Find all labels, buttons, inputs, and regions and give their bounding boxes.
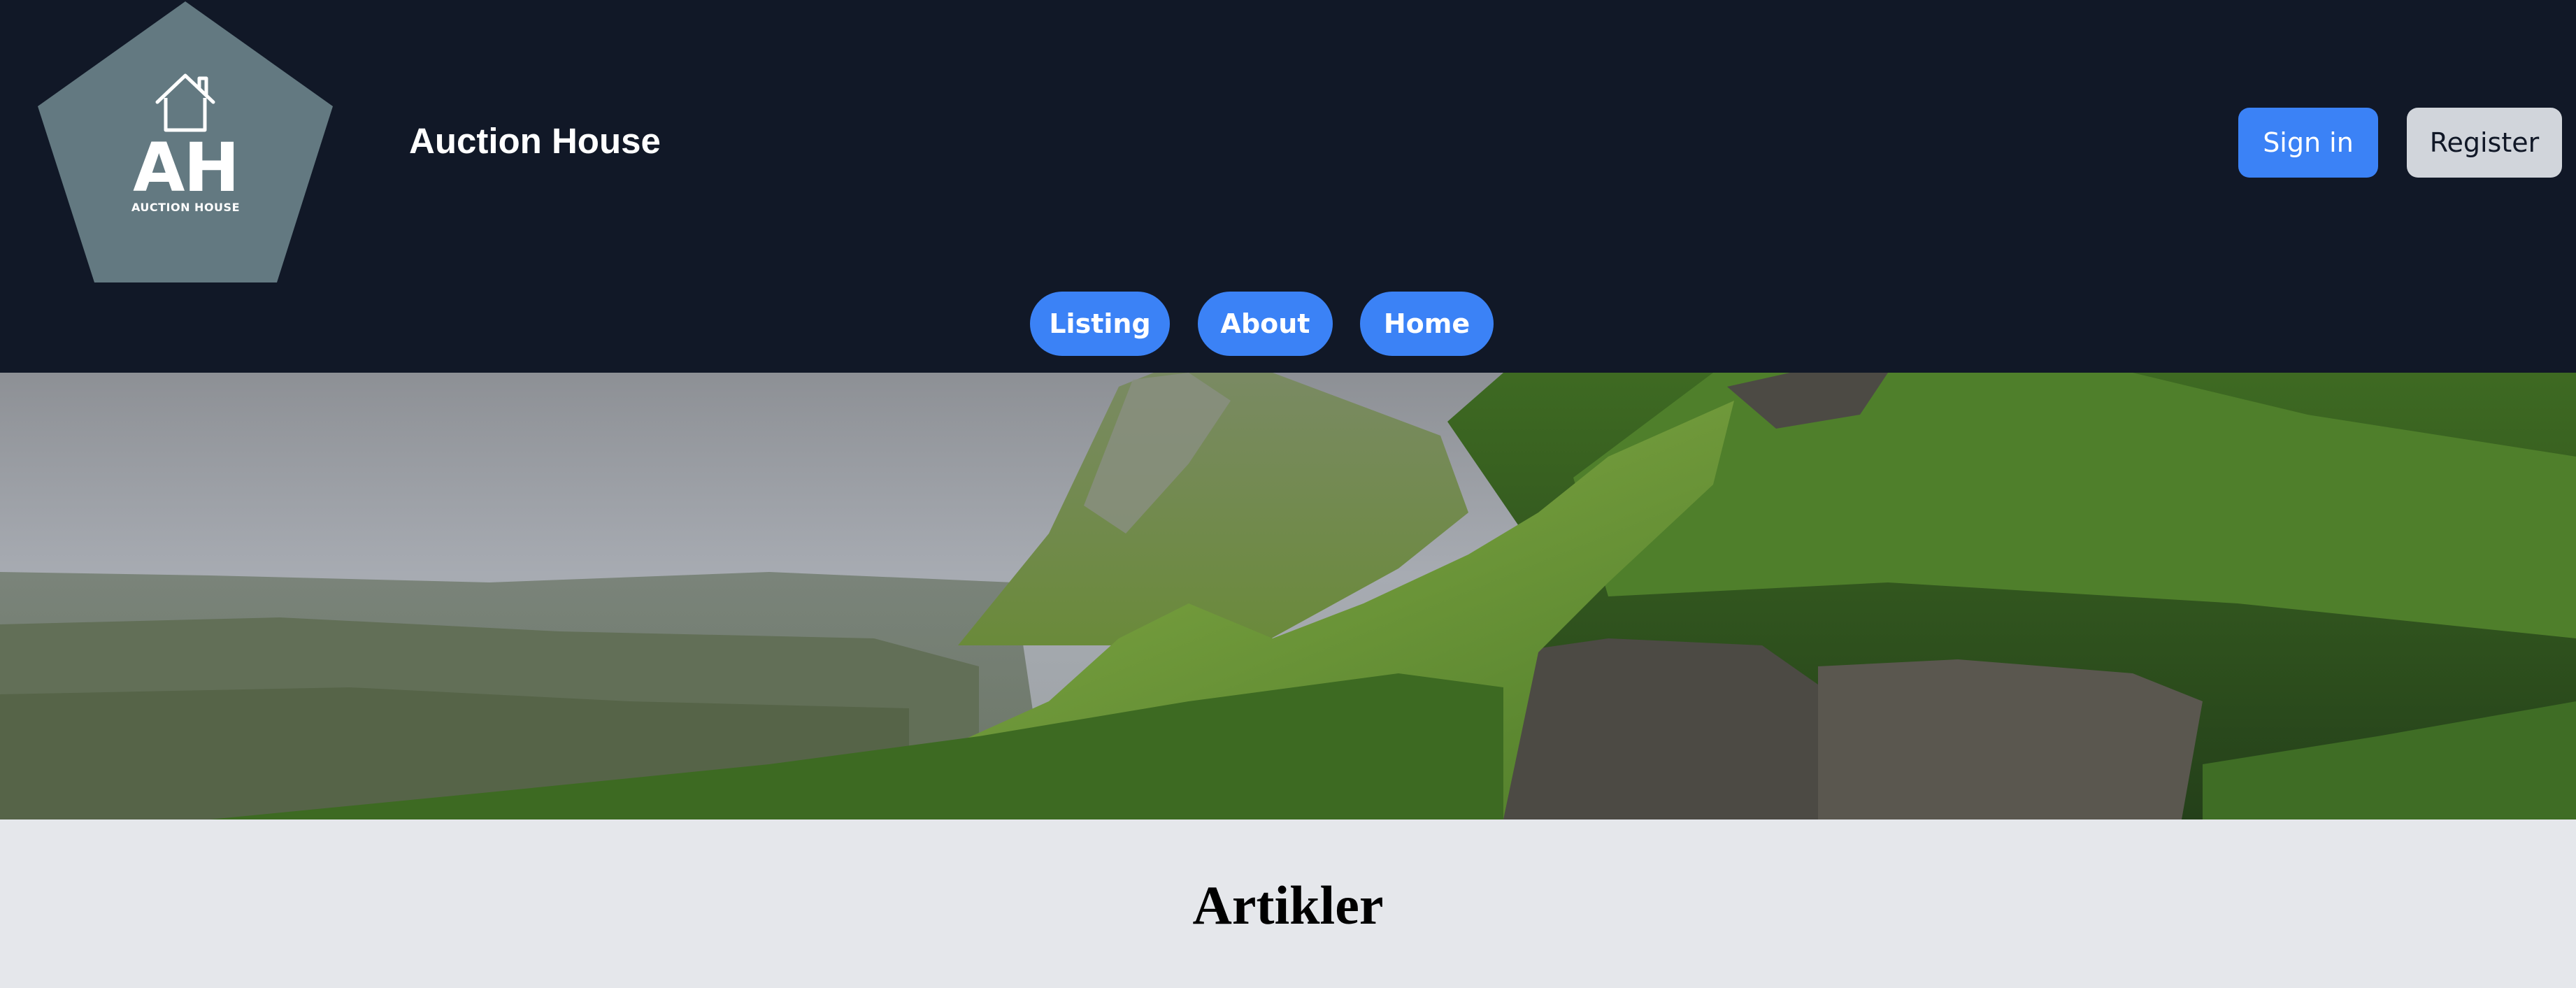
nav-about-button[interactable]: About — [1198, 292, 1333, 356]
nav-home-button[interactable]: Home — [1360, 292, 1494, 356]
register-button[interactable]: Register — [2407, 108, 2562, 178]
nav-listing-button[interactable]: Listing — [1030, 292, 1170, 356]
site-title[interactable]: Auction House — [409, 120, 661, 162]
hero-banner-image — [0, 373, 2576, 819]
logo-monogram: AH — [133, 129, 240, 207]
site-header: AH AUCTION HOUSE Auction House Sign in R… — [0, 0, 2576, 373]
sign-in-button[interactable]: Sign in — [2238, 108, 2378, 178]
page-heading: Artikler — [1192, 875, 1384, 936]
site-logo[interactable]: AH AUCTION HOUSE — [38, 1, 334, 282]
logo-caption: AUCTION HOUSE — [131, 201, 240, 214]
